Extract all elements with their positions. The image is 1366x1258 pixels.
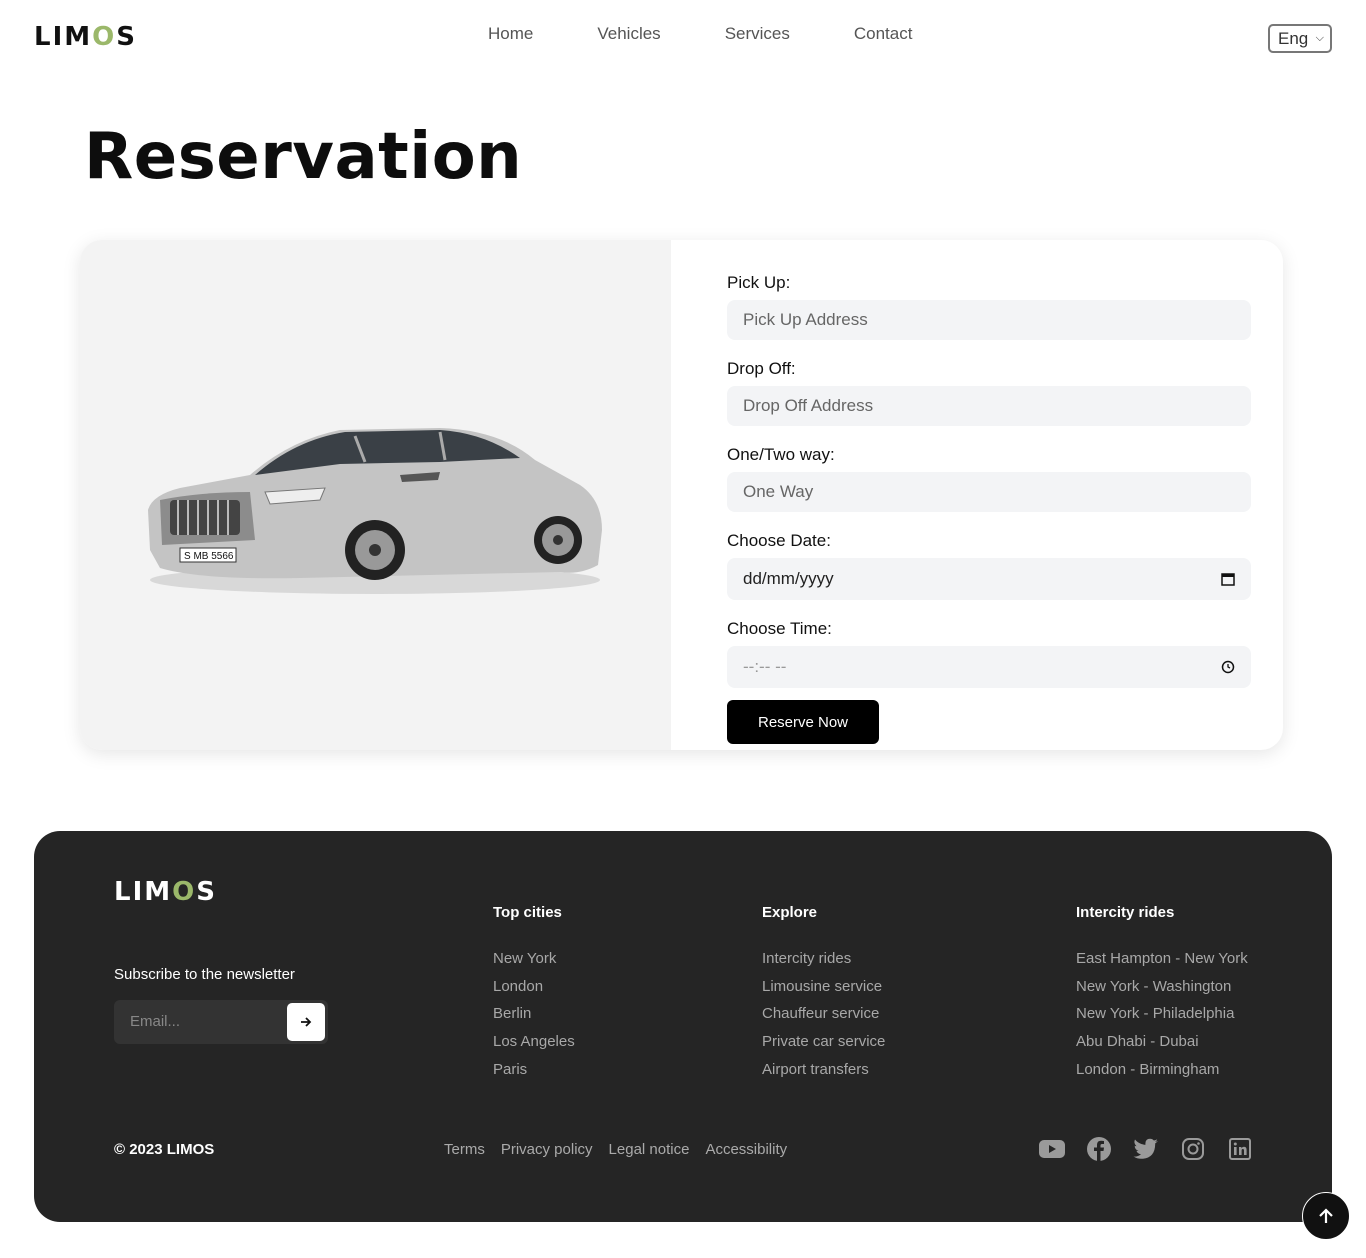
date-input[interactable]: dd/mm/yyyy	[727, 558, 1251, 600]
footer-logo-text-end: S	[196, 877, 217, 907]
city-link[interactable]: Los Angeles	[493, 1032, 575, 1060]
site-footer: LIMOS Subscribe to the newsletter Email.…	[34, 831, 1332, 1222]
logo-accent: O	[92, 22, 117, 52]
footer-logo-accent: O	[172, 877, 197, 907]
chevron-down-icon: ⌵	[1315, 32, 1324, 44]
route-link[interactable]: Abu Dhabi - Dubai	[1076, 1032, 1248, 1060]
date-label: Choose Date:	[727, 531, 831, 550]
clock-icon[interactable]	[1221, 660, 1235, 674]
time-value: --:-- --	[743, 657, 787, 676]
instagram-icon[interactable]	[1180, 1136, 1206, 1162]
youtube-icon[interactable]	[1039, 1136, 1065, 1162]
city-link[interactable]: New York	[493, 949, 575, 977]
trip-type-label: One/Two way:	[727, 445, 835, 464]
logo-text-end: S	[116, 22, 137, 52]
city-link[interactable]: London	[493, 977, 575, 1005]
dropoff-input[interactable]: Drop Off Address	[727, 386, 1251, 426]
site-header: LIM O S Home Vehicles Services Contact Eng…	[0, 0, 1366, 72]
language-select[interactable]: Eng ⌵	[1268, 24, 1332, 53]
route-link[interactable]: East Hampton - New York	[1076, 949, 1248, 977]
trip-type-select[interactable]: One Way	[727, 472, 1251, 512]
facebook-icon[interactable]	[1086, 1136, 1112, 1162]
explore-link[interactable]: Intercity rides	[762, 949, 885, 977]
footer-logo-text: LIM	[114, 877, 173, 907]
time-label: Choose Time:	[727, 619, 832, 638]
accessibility-link[interactable]: Accessibility	[705, 1141, 787, 1158]
twitter-icon[interactable]	[1133, 1136, 1159, 1162]
footer-logo[interactable]: LIMOS	[114, 877, 217, 907]
pickup-input[interactable]: Pick Up Address	[727, 300, 1251, 340]
footer-intercity: Intercity rides East Hampton - New York …	[1076, 903, 1248, 1087]
privacy-policy-link[interactable]: Privacy policy	[501, 1141, 593, 1158]
route-link[interactable]: New York - Philadelphia	[1076, 1004, 1248, 1032]
top-cities-heading: Top cities	[493, 904, 562, 921]
explore-link[interactable]: Airport transfers	[762, 1060, 885, 1088]
trip-type-value: One Way	[743, 482, 814, 501]
explore-link[interactable]: Chauffeur service	[762, 1004, 885, 1032]
nav-contact[interactable]: Contact	[854, 24, 913, 44]
svg-text:S MB 5566: S MB 5566	[184, 551, 234, 562]
explore-link[interactable]: Limousine service	[762, 977, 885, 1005]
footer-top-cities: Top cities New York London Berlin Los An…	[493, 903, 575, 1087]
arrow-up-icon	[1319, 1208, 1333, 1223]
intercity-heading: Intercity rides	[1076, 904, 1175, 921]
car-image-panel: S MB 5566	[80, 240, 671, 750]
dropoff-placeholder: Drop Off Address	[743, 396, 874, 415]
nav-services[interactable]: Services	[725, 24, 790, 44]
time-input[interactable]: --:-- --	[727, 646, 1251, 688]
newsletter-submit-button[interactable]	[287, 1003, 325, 1041]
pickup-label: Pick Up:	[727, 273, 791, 292]
route-link[interactable]: New York - Washington	[1076, 977, 1248, 1005]
linkedin-icon[interactable]	[1227, 1136, 1253, 1162]
newsletter-email-field[interactable]: Email...	[114, 1000, 328, 1044]
logo[interactable]: LIM O S	[34, 22, 137, 52]
footer-explore: Explore Intercity rides Limousine servic…	[762, 903, 885, 1087]
reserve-now-button[interactable]: Reserve Now	[727, 700, 879, 744]
route-link[interactable]: London - Birmingham	[1076, 1060, 1248, 1088]
pickup-placeholder: Pick Up Address	[743, 310, 868, 329]
explore-heading: Explore	[762, 904, 818, 921]
page-title: Reservation	[84, 120, 523, 194]
terms-link[interactable]: Terms	[444, 1141, 485, 1158]
city-link[interactable]: Paris	[493, 1060, 575, 1088]
date-value: dd/mm/yyyy	[743, 569, 834, 588]
car-image: S MB 5566	[148, 428, 602, 594]
social-links	[1039, 1136, 1274, 1162]
legal-notice-link[interactable]: Legal notice	[609, 1141, 690, 1158]
logo-text: LIM	[34, 22, 93, 52]
nav-home[interactable]: Home	[488, 24, 533, 44]
back-to-top-button[interactable]	[1302, 1192, 1350, 1240]
dropoff-label: Drop Off:	[727, 359, 796, 378]
language-value: Eng	[1278, 28, 1309, 48]
reservation-card: S MB 5566 Pick Up: Pick Up Address Drop …	[80, 240, 1283, 750]
nav-vehicles[interactable]: Vehicles	[597, 24, 660, 44]
main-nav: Home Vehicles Services Contact	[488, 24, 976, 44]
copyright: © 2023 LIMOS	[114, 1141, 215, 1158]
legal-links: Terms Privacy policy Legal notice Access…	[444, 1141, 803, 1158]
explore-link[interactable]: Private car service	[762, 1032, 885, 1060]
arrow-right-icon	[301, 1017, 312, 1027]
reservation-form: Pick Up: Pick Up Address Drop Off: Drop …	[727, 272, 1251, 744]
newsletter-heading: Subscribe to the newsletter	[114, 966, 295, 983]
city-link[interactable]: Berlin	[493, 1004, 575, 1032]
calendar-icon[interactable]	[1221, 572, 1235, 586]
email-placeholder: Email...	[130, 1013, 181, 1030]
